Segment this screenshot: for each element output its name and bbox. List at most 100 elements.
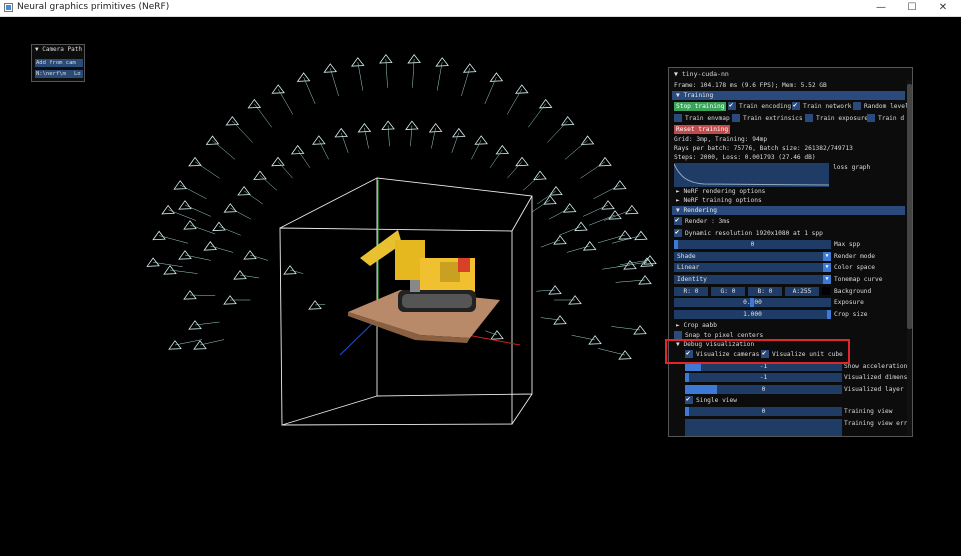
loss-graph <box>673 163 830 187</box>
panel-scrollbar-thumb[interactable] <box>907 84 912 329</box>
camera-ray <box>527 103 546 128</box>
camera-path-header[interactable]: ▼ Camera Path <box>35 46 82 53</box>
camera-ray <box>218 226 241 236</box>
tonemap-arrow-icon[interactable]: ▼ <box>823 275 831 284</box>
camera-ray <box>277 161 293 179</box>
crop-aabb[interactable]: ► Crop aabb <box>676 321 717 330</box>
train-extrinsics-checkbox[interactable] <box>732 114 740 122</box>
training-view-slider[interactable]: 0 <box>685 407 842 416</box>
camera-ray <box>289 269 304 274</box>
camera-ray <box>597 348 626 356</box>
camera-ray <box>582 204 609 217</box>
camera-ray <box>431 127 436 149</box>
visualized-dimension-grab[interactable] <box>685 373 689 382</box>
close-button[interactable]: ✕ <box>928 0 958 16</box>
visualized-dimension-slider[interactable]: -1 <box>685 373 842 382</box>
camera-frustum <box>515 156 529 167</box>
train-envmap-checkbox[interactable] <box>674 114 682 122</box>
camera-ray <box>194 321 220 326</box>
visualized-layer-label: Visualized layer <box>844 386 904 393</box>
color-space-arrow-icon[interactable]: ▼ <box>823 263 831 272</box>
single-view-checkbox[interactable] <box>685 395 693 404</box>
nerf-rendering-options[interactable]: ► NeRF rendering options <box>676 187 765 196</box>
camera-ray <box>523 175 541 191</box>
training-header-label: ▼ Training <box>676 92 714 99</box>
camera-ray <box>239 274 260 279</box>
training-view-grab[interactable] <box>685 407 689 416</box>
snap-pixel-checkbox[interactable] <box>674 331 682 339</box>
dynamic-resolution-checkbox[interactable] <box>674 228 682 237</box>
background-r-field[interactable]: R: 0 <box>674 287 708 296</box>
lego-model <box>348 230 500 343</box>
render-mode-select[interactable]: Shade ▼ <box>674 252 831 261</box>
render-checkbox[interactable] <box>674 216 682 225</box>
max-spp-grab[interactable] <box>674 240 678 249</box>
camera-ray <box>194 161 220 179</box>
train-encoding-checkbox[interactable] <box>728 101 736 110</box>
frame-info: Frame: 104.178 ms (9.6 FPS); Mem: 5.52 G… <box>674 82 827 89</box>
camera-ray <box>254 103 273 128</box>
camera-frustum <box>161 204 175 215</box>
dynamic-resolution-label: Dynamic resolution 1920x1080 at 1 spp <box>685 230 823 237</box>
camera-ray <box>385 58 388 88</box>
camera-ray <box>189 224 216 235</box>
exposure-slider[interactable]: 0.000 <box>674 298 831 307</box>
loss-graph-label: loss graph <box>833 164 871 171</box>
window-title: Neural graphics primitives (NeRF) <box>17 2 170 12</box>
crop-size-slider[interactable]: 1.000 <box>674 310 831 319</box>
random-levels-label: Random level <box>864 103 909 110</box>
training-view-error-image <box>685 419 842 436</box>
camera-ray <box>259 175 277 191</box>
train-extrinsics-label: Train extrinsics <box>743 115 803 122</box>
exposure-grab[interactable] <box>750 298 754 307</box>
grid-info: Grid: 3mp, Training: 94mp <box>674 136 768 143</box>
background-b-field[interactable]: B: 0 <box>748 287 782 296</box>
train-exposure-checkbox[interactable] <box>805 114 813 122</box>
camera-ray <box>536 289 556 292</box>
render-mode-arrow-icon[interactable]: ▼ <box>823 252 831 261</box>
background-a-field[interactable]: A:255 <box>785 287 819 296</box>
show-acceleration-label: Show acceleration <box>844 363 908 370</box>
reset-training-button[interactable]: Reset training <box>674 125 731 134</box>
maximize-button[interactable]: ☐ <box>897 0 927 16</box>
camera-ray <box>243 190 263 205</box>
tonemap-select[interactable]: Identity ▼ <box>674 275 831 284</box>
train-distortion-checkbox[interactable] <box>867 114 875 122</box>
max-spp-label: Max spp <box>834 241 861 248</box>
camera-ray <box>199 339 225 346</box>
train-network-label: Train network <box>803 103 852 110</box>
exposure-label: Exposure <box>834 299 864 306</box>
tiny-cuda-nn-panel: ▼ tiny-cuda-nn Frame: 104.178 ms (9.6 FP… <box>668 67 913 437</box>
camera-ray <box>571 334 596 341</box>
random-levels-checkbox[interactable] <box>853 102 861 110</box>
color-space-select[interactable]: Linear ▼ <box>674 263 831 272</box>
background-g-field[interactable]: G: 0 <box>711 287 745 296</box>
rendering-header[interactable]: ▼ Rendering <box>672 206 905 215</box>
camera-ray <box>357 61 364 91</box>
camera-ray <box>387 125 390 147</box>
minimize-button[interactable]: — <box>866 0 896 16</box>
crop-size-grab[interactable] <box>827 310 831 319</box>
panel-title[interactable]: ▼ tiny-cuda-nn <box>674 70 729 78</box>
background-color-swatch[interactable] <box>822 287 830 295</box>
nerf-training-options[interactable]: ► NeRF training options <box>676 196 762 205</box>
add-from-cam-button[interactable]: Add from cam <box>35 59 83 67</box>
stop-training-button[interactable]: Stop training <box>674 102 727 111</box>
panel-scrollbar[interactable] <box>907 80 912 435</box>
crop-size-label: Crop size <box>834 311 868 318</box>
max-spp-slider[interactable]: 0 <box>674 240 831 249</box>
camera-ray <box>212 140 236 160</box>
visualized-layer-slider[interactable]: 0 <box>685 385 842 394</box>
camera-ray <box>531 199 551 213</box>
camera-ray <box>210 245 234 253</box>
camera-ray <box>249 254 269 261</box>
training-header[interactable]: ▼ Training <box>672 91 905 100</box>
camera-ray <box>318 140 329 160</box>
train-network-checkbox[interactable] <box>792 101 800 110</box>
load-button[interactable]: Lo <box>73 70 83 78</box>
camera-path-input[interactable]: N:\nerf\m <box>35 70 73 78</box>
camera-ray <box>277 88 294 115</box>
camera-ray <box>184 254 211 261</box>
camera-ray <box>506 88 523 115</box>
visualized-dimension-label: Visualized dimens <box>844 374 908 381</box>
